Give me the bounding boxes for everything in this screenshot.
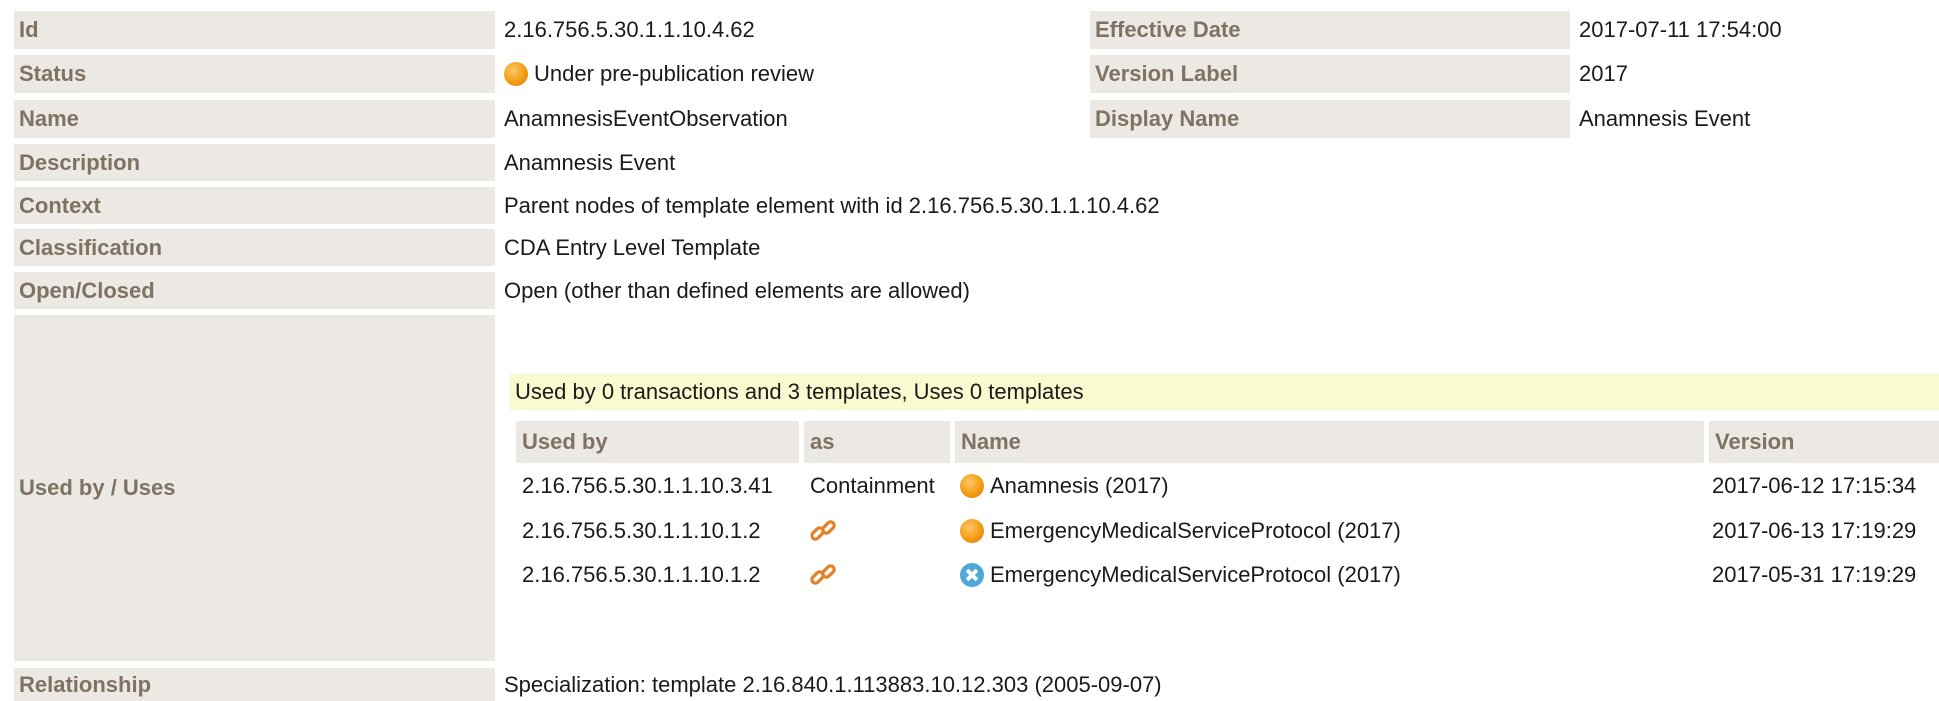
- display-name-label: Display Name: [1090, 100, 1570, 138]
- context-value: Parent nodes of template element with id…: [504, 192, 1160, 218]
- open-closed-value: Open (other than defined elements are al…: [504, 277, 970, 303]
- usage-row-3-version: 2017-05-31 17:19:29: [1712, 562, 1917, 587]
- status-cancelled-blue-icon: [960, 563, 984, 587]
- status-orange-dot-icon: [960, 519, 984, 543]
- column-header-version: Version: [1709, 421, 1939, 463]
- used-by-uses-label: Used by / Uses: [14, 315, 495, 661]
- description-value: Anamnesis Event: [504, 149, 676, 175]
- id-value: 2.16.756.5.30.1.1.10.4.62: [504, 17, 755, 42]
- open-closed-label: Open/Closed: [14, 272, 495, 309]
- usage-row-2-version: 2017-06-13 17:19:29: [1712, 518, 1917, 543]
- id-label: Id: [14, 11, 495, 49]
- usage-row-3-name[interactable]: EmergencyMedicalServiceProtocol (2017): [960, 557, 1401, 593]
- link-icon: [810, 520, 836, 541]
- status-orange-dot-icon: [504, 62, 528, 86]
- usage-row-1-version: 2017-06-12 17:15:34: [1712, 473, 1917, 498]
- column-header-as: as: [804, 421, 950, 463]
- version-label-label: Version Label: [1090, 55, 1570, 93]
- name-value: AnamnesisEventObservation: [504, 106, 788, 131]
- effective-date-label: Effective Date: [1090, 11, 1570, 49]
- effective-date-value: 2017-07-11 17:54:00: [1579, 17, 1782, 42]
- description-label: Description: [14, 144, 495, 181]
- status-value: Under pre-publication review: [504, 55, 814, 93]
- link-icon: [810, 564, 836, 585]
- relationship-value: Specialization: template 2.16.840.1.1138…: [504, 671, 1162, 697]
- usage-row-1-used-by: 2.16.756.5.30.1.1.10.3.41: [522, 473, 773, 498]
- context-label: Context: [14, 187, 495, 224]
- usage-row-2-as: [808, 513, 838, 549]
- classification-value: CDA Entry Level Template: [504, 234, 761, 260]
- usage-row-3-used-by: 2.16.756.5.30.1.1.10.1.2: [522, 562, 761, 587]
- usage-row-1-name[interactable]: Anamnesis (2017): [960, 468, 1169, 504]
- usage-row-1-as: Containment: [810, 473, 935, 498]
- name-label: Name: [14, 100, 495, 138]
- status-orange-dot-icon: [960, 474, 984, 498]
- usage-row-3-name-text[interactable]: EmergencyMedicalServiceProtocol (2017): [990, 562, 1401, 588]
- usage-row-3-as: [808, 557, 838, 593]
- usage-row-2-name[interactable]: EmergencyMedicalServiceProtocol (2017): [960, 513, 1401, 549]
- usage-row-1-name-text[interactable]: Anamnesis (2017): [990, 473, 1169, 499]
- relationship-label: Relationship: [14, 668, 495, 701]
- classification-label: Classification: [14, 229, 495, 266]
- status-label: Status: [14, 55, 495, 93]
- column-header-used-by: Used by: [516, 421, 799, 463]
- usage-row-2-name-text[interactable]: EmergencyMedicalServiceProtocol (2017): [990, 518, 1401, 544]
- usage-row-2-used-by: 2.16.756.5.30.1.1.10.1.2: [522, 518, 761, 543]
- column-header-name: Name: [955, 421, 1704, 463]
- usage-summary-banner: Used by 0 transactions and 3 templates, …: [509, 374, 1939, 410]
- display-name-value: Anamnesis Event: [1579, 106, 1751, 131]
- status-text: Under pre-publication review: [534, 61, 815, 86]
- version-label-value: 2017: [1579, 61, 1628, 86]
